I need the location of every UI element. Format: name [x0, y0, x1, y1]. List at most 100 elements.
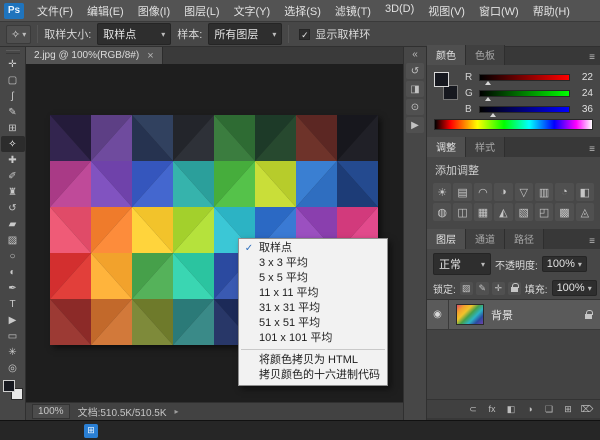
properties-panel-icon[interactable]: ◨ — [406, 81, 424, 97]
photo-filter-icon[interactable]: ◍ — [433, 203, 451, 221]
eyedropper-tool[interactable]: ✧ — [1, 136, 25, 152]
context-menu-item[interactable]: 31 x 31 平均 — [239, 301, 387, 316]
color-lookup-icon[interactable]: ▦ — [474, 203, 492, 221]
new-layer-icon[interactable]: ⊞ — [560, 402, 576, 416]
context-menu-item[interactable]: 5 x 5 平均 — [239, 271, 387, 286]
channel-slider[interactable] — [479, 74, 570, 81]
layer-group-icon[interactable]: ❏ — [541, 402, 557, 416]
vibrance-icon[interactable]: ▽ — [515, 183, 533, 201]
levels-icon[interactable]: ▤ — [453, 183, 471, 201]
marquee-tool[interactable]: ▢ — [1, 72, 25, 88]
layer-effects-icon[interactable]: fx — [484, 402, 500, 416]
link-layers-icon[interactable]: ⊂ — [465, 402, 481, 416]
dodge-tool[interactable]: ◐ — [1, 264, 25, 280]
sample-size-dropdown[interactable]: 取样点 ▾ — [97, 23, 171, 45]
healing-brush-tool[interactable]: ✚ — [1, 152, 25, 168]
eraser-tool[interactable]: ▰ — [1, 216, 25, 232]
lasso-tool[interactable]: ʃ — [1, 88, 25, 104]
zoom-tool[interactable]: ◎ — [1, 360, 25, 376]
actions-panel-icon[interactable]: ▶ — [406, 117, 424, 133]
menu-item[interactable]: 选择(S) — [277, 0, 328, 22]
layer-row-background[interactable]: ◉ 背景 — [427, 300, 600, 330]
layer-visibility-toggle[interactable]: ◉ — [427, 300, 449, 329]
color-balance-icon[interactable]: ◔ — [555, 183, 573, 201]
channel-slider[interactable] — [479, 106, 570, 113]
channel-slider[interactable] — [479, 90, 570, 97]
tool-preset-picker[interactable]: ✧ ▾ — [6, 25, 31, 44]
background-color-swatch[interactable] — [443, 85, 458, 100]
document-tab[interactable]: 2.jpg @ 100%(RGB/8#) × — [26, 47, 163, 64]
tab-adjustments[interactable]: 调整 — [427, 137, 466, 157]
show-sampling-ring-checkbox[interactable]: ✓ — [299, 29, 310, 40]
selective-color-icon[interactable]: ▩ — [555, 203, 573, 221]
history-brush-tool[interactable]: ↺ — [1, 200, 25, 216]
context-menu-item[interactable]: 3 x 3 平均 — [239, 256, 387, 271]
slider-thumb[interactable] — [490, 113, 496, 117]
gradient-tool[interactable]: ▨ — [1, 232, 25, 248]
blur-tool[interactable]: ○ — [1, 248, 25, 264]
context-menu-item[interactable]: 101 x 101 平均 — [239, 331, 387, 346]
threshold-icon[interactable]: ◰ — [535, 203, 553, 221]
gradient-map-icon[interactable]: ◬ — [576, 203, 594, 221]
crop-tool[interactable]: ⊞ — [1, 120, 25, 136]
opacity-field[interactable]: 100% ▾ — [542, 256, 587, 272]
panel-color-swatches[interactable] — [434, 72, 458, 100]
slider-thumb[interactable] — [485, 97, 491, 101]
panel-menu-icon[interactable]: ≡ — [584, 50, 600, 65]
panel-menu-icon[interactable]: ≡ — [584, 234, 600, 249]
menu-item[interactable]: 文字(Y) — [227, 0, 278, 22]
color-swatches[interactable] — [3, 380, 23, 400]
tab-styles[interactable]: 样式 — [466, 137, 505, 157]
clone-stamp-tool[interactable]: ♜ — [1, 184, 25, 200]
zoom-level-field[interactable]: 100% — [32, 404, 70, 419]
info-panel-icon[interactable]: ⊙ — [406, 99, 424, 115]
menu-item[interactable]: 帮助(H) — [526, 0, 577, 22]
curves-icon[interactable]: ◠ — [474, 183, 492, 201]
type-tool[interactable]: T — [1, 296, 25, 312]
posterize-icon[interactable]: ▧ — [515, 203, 533, 221]
layer-mask-icon[interactable]: ◧ — [503, 402, 519, 416]
collapse-dock-icon[interactable]: « — [412, 49, 418, 61]
tab-channels[interactable]: 通道 — [466, 229, 505, 249]
brightness-contrast-icon[interactable]: ☀ — [433, 183, 451, 201]
lock-all-icon[interactable] — [508, 282, 521, 295]
channel-value[interactable]: 36 — [575, 104, 593, 115]
tab-swatches[interactable]: 色板 — [466, 45, 505, 65]
context-menu-item[interactable]: 将颜色拷贝为 HTML — [239, 353, 387, 368]
canvas-area[interactable]: ✓取样点3 x 3 平均5 x 5 平均11 x 11 平均31 x 31 平均… — [26, 64, 403, 402]
adjustment-layer-icon[interactable]: ◑ — [522, 402, 538, 416]
blend-mode-dropdown[interactable]: 正常 ▾ — [433, 253, 491, 275]
hue-saturation-icon[interactable]: ▥ — [535, 183, 553, 201]
slider-thumb[interactable] — [485, 81, 491, 85]
context-menu-item[interactable]: 51 x 51 平均 — [239, 316, 387, 331]
layer-thumbnail[interactable] — [456, 304, 484, 325]
invert-icon[interactable]: ◭ — [494, 203, 512, 221]
menu-item[interactable]: 编辑(E) — [80, 0, 131, 22]
fill-field[interactable]: 100% ▾ — [552, 280, 597, 296]
pen-tool[interactable]: ✒ — [1, 280, 25, 296]
menu-item[interactable]: 视图(V) — [421, 0, 472, 22]
menu-item[interactable]: 窗口(W) — [472, 0, 526, 22]
context-menu-item[interactable]: 拷贝颜色的十六进制代码 — [239, 368, 387, 383]
exposure-icon[interactable]: ◑ — [494, 183, 512, 201]
panel-menu-icon[interactable]: ≡ — [584, 142, 600, 157]
menu-item[interactable]: 文件(F) — [30, 0, 80, 22]
history-panel-icon[interactable]: ↺ — [406, 63, 424, 79]
hand-tool[interactable]: ✳ — [1, 344, 25, 360]
tab-color[interactable]: 颜色 — [427, 45, 466, 65]
menu-item[interactable]: 图像(I) — [131, 0, 177, 22]
foreground-color-swatch[interactable] — [434, 72, 449, 87]
lock-pixels-icon[interactable]: ✎ — [476, 282, 489, 295]
quick-selection-tool[interactable]: ✎ — [1, 104, 25, 120]
tab-paths[interactable]: 路径 — [505, 229, 544, 249]
menu-item[interactable]: 3D(D) — [378, 0, 421, 22]
menu-item[interactable]: 图层(L) — [177, 0, 226, 22]
channel-mixer-icon[interactable]: ◫ — [453, 203, 471, 221]
channel-value[interactable]: 24 — [575, 88, 593, 99]
context-menu-item[interactable]: ✓取样点 — [239, 241, 387, 256]
sample-dropdown[interactable]: 所有图层 ▾ — [208, 23, 282, 45]
color-spectrum-ramp[interactable] — [434, 119, 593, 130]
close-icon[interactable]: × — [147, 50, 153, 62]
delete-layer-icon[interactable]: ⌦ — [579, 402, 595, 416]
lock-position-icon[interactable]: ✛ — [492, 282, 505, 295]
